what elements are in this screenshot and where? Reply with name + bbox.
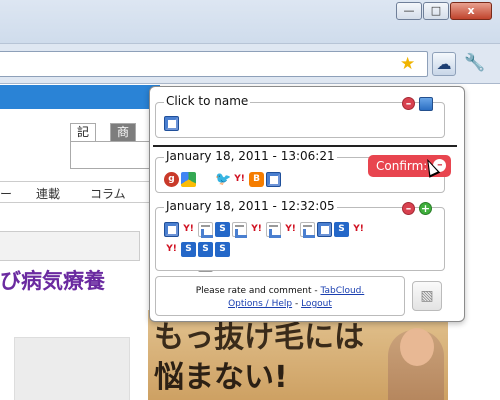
rate-text: Please rate and comment - <box>195 286 321 296</box>
yahoo-favicon-icon[interactable]: Y! <box>181 222 196 237</box>
options-help-link[interactable]: Options / Help <box>228 299 292 309</box>
yahoo-favicon-icon[interactable]: Y! <box>283 222 298 237</box>
tab-favicon-icon[interactable] <box>164 116 179 131</box>
saved-group: January 18, 2011 - 12:32:05 – + Y! S Y! … <box>155 199 445 271</box>
remove-icon[interactable]: – <box>402 202 415 215</box>
group-name-field[interactable]: Click to name <box>164 94 251 108</box>
google-favicon-icon[interactable]: g <box>164 172 179 187</box>
s-favicon-icon[interactable]: S <box>198 242 213 257</box>
s-favicon-icon[interactable]: S <box>215 222 230 237</box>
divider <box>153 145 457 147</box>
tab-favicon-icon[interactable] <box>266 172 281 187</box>
ad-person-head <box>400 328 434 366</box>
link-separator: - <box>292 299 302 309</box>
site-search-input[interactable] <box>70 141 154 169</box>
close-window-button[interactable]: x <box>450 2 492 20</box>
content-box <box>0 231 140 261</box>
yahoo-favicon-icon[interactable]: Y! <box>351 222 366 237</box>
minimize-button[interactable]: — <box>396 2 422 20</box>
save-icon[interactable] <box>419 97 433 111</box>
clear-tabs-icon[interactable]: ▧ <box>412 281 442 311</box>
nav-item-series[interactable]: 連載 <box>36 185 60 202</box>
tab-products[interactable]: 商品 <box>110 123 137 156</box>
site-header-bar <box>0 85 160 109</box>
tab-articles[interactable]: 記事 <box>70 123 97 156</box>
article-thumbnail[interactable] <box>14 337 130 400</box>
article-headline[interactable]: び病気療養 <box>0 265 105 295</box>
site-favicon-icon[interactable] <box>266 222 281 238</box>
cloud-icon[interactable]: ☁ <box>432 52 456 76</box>
tab-favicon-icon[interactable] <box>164 222 179 237</box>
new-window-group: Click to name – <box>155 94 445 138</box>
advertisement-banner[interactable]: もっ抜け毛には 悩まない! <box>148 310 448 400</box>
confirm-label: Confirm: <box>376 159 428 173</box>
footer-links-line: Options / Help - Logout <box>156 299 404 309</box>
site-nav: ー 連載 コラム <box>0 181 160 203</box>
maximize-button[interactable]: □ <box>423 2 449 20</box>
s-favicon-icon[interactable]: S <box>334 222 349 237</box>
window-titlebar: — □ x <box>0 0 500 44</box>
s-favicon-icon[interactable]: S <box>181 242 196 257</box>
site-favicon-icon[interactable] <box>198 222 213 238</box>
google-drive-favicon-icon[interactable] <box>181 172 196 187</box>
add-icon[interactable]: + <box>419 202 432 215</box>
nav-item[interactable]: ー <box>0 185 12 202</box>
saved-group: January 18, 2011 - 13:06:21 Confirm: – g… <box>155 149 452 272</box>
s-favicon-icon[interactable]: S <box>215 242 230 257</box>
confirm-delete-button[interactable]: Confirm: – <box>368 155 452 177</box>
star-icon[interactable]: ★ <box>400 55 415 73</box>
group-title[interactable]: January 18, 2011 - 13:06:21 <box>164 149 337 163</box>
ad-headline-2: 悩まない! <box>154 360 288 395</box>
nav-item-column[interactable]: コラム <box>90 185 126 202</box>
site-favicon-icon[interactable] <box>300 222 315 238</box>
group-title[interactable]: January 18, 2011 - 12:32:05 <box>164 199 337 213</box>
yahoo-favicon-icon[interactable]: Y! <box>249 222 264 237</box>
tabcloud-popup: Click to name – January 18, 2011 - 13:06… <box>149 86 465 322</box>
yahoo-favicon-icon[interactable]: Y! <box>232 172 247 187</box>
footer-rate-line: Please rate and comment - TabCloud. <box>156 286 404 296</box>
tab-favicon-icon[interactable] <box>317 222 332 237</box>
site-favicon-icon[interactable] <box>232 222 247 238</box>
yahoo-favicon-icon[interactable]: Y! <box>164 242 179 257</box>
browser-toolbar: ★ ☁ 🔧 <box>0 44 500 84</box>
address-bar[interactable]: ★ <box>0 51 428 77</box>
popup-footer: Please rate and comment - TabCloud. Opti… <box>155 276 405 316</box>
remove-icon[interactable]: – <box>402 97 415 110</box>
logout-link[interactable]: Logout <box>301 299 332 309</box>
wrench-icon[interactable]: 🔧 <box>463 52 487 76</box>
tabcloud-link[interactable]: TabCloud. <box>320 286 364 296</box>
twitter-favicon-icon[interactable]: 🐦 <box>215 172 231 187</box>
blogger-favicon-icon[interactable]: B <box>249 172 264 187</box>
